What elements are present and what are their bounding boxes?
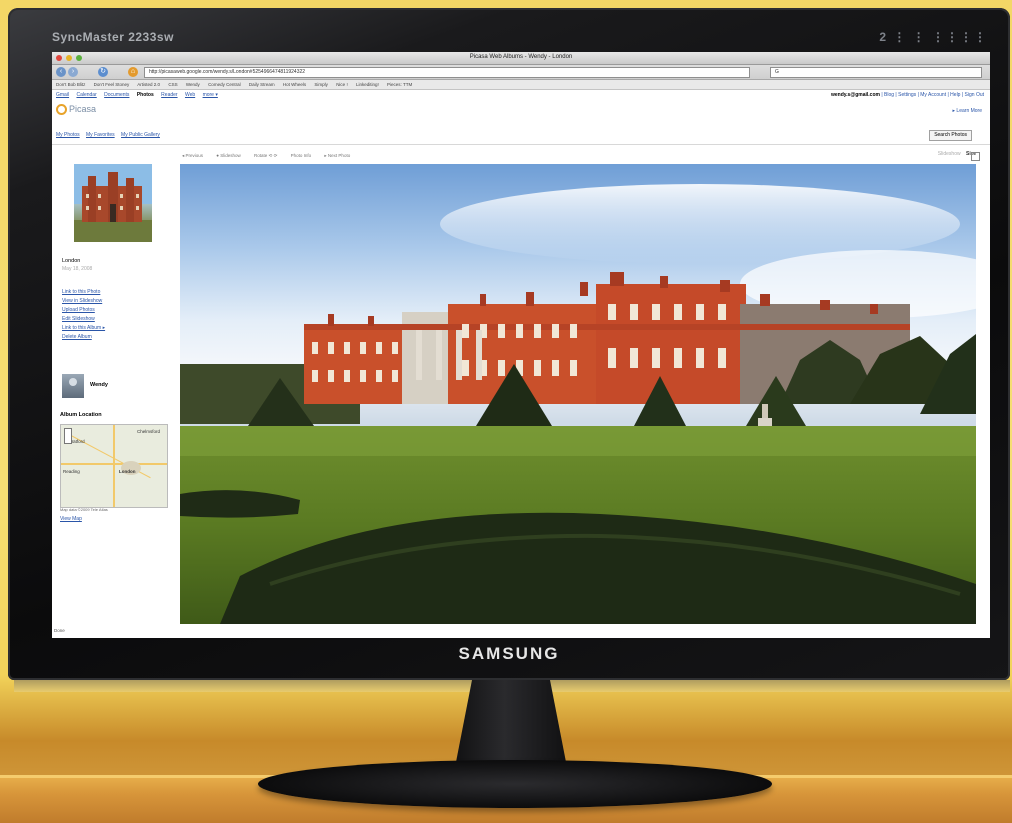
- delete-album-link[interactable]: Delete Album: [62, 333, 105, 342]
- view-slideshow-link[interactable]: View in Slideshow: [62, 297, 105, 306]
- picasa-logo[interactable]: Picasa: [56, 104, 97, 116]
- monitor: SyncMaster 2233sw 2 ⋮ ⋮ ⋮⋮⋮⋮ SAMSUNG Pic…: [8, 8, 1010, 680]
- main-photo[interactable]: [180, 164, 976, 624]
- address-bar[interactable]: http://picasaweb.google.com/wendy.s/Lond…: [144, 67, 750, 78]
- gbar-link-web[interactable]: Web: [185, 92, 195, 98]
- browser-status: Done: [54, 628, 65, 633]
- gbar-link-calendar[interactable]: Calendar: [76, 92, 96, 98]
- account-links: wendy.s@gmail.com | Blog | Settings | My…: [831, 92, 984, 98]
- map-label-london: London: [119, 469, 136, 474]
- bookmark-item[interactable]: Pieces: TTM: [387, 82, 412, 87]
- link-to-album[interactable]: Link to this Album ▸: [62, 324, 105, 333]
- map-road: [113, 425, 115, 507]
- bookmark-item[interactable]: Don't Bob Blitz: [56, 82, 85, 87]
- previous-photo-link[interactable]: ◂ Previous: [182, 153, 203, 158]
- browser-screen: Picasa Web Albums - Wendy - London ‹ › ↻…: [52, 52, 990, 638]
- bookmark-item[interactable]: Wendy: [186, 82, 200, 87]
- avatar: [62, 374, 84, 398]
- rotate-link[interactable]: Rotate ⟲ ⟳: [254, 153, 277, 158]
- monitor-stand-base: [258, 760, 772, 808]
- window-title: Picasa Web Albums - Wendy - London: [469, 54, 573, 60]
- bookmark-item[interactable]: Simply: [314, 82, 328, 87]
- next-photo-link[interactable]: ▸ Next Photo: [324, 153, 350, 158]
- map-label-reading: Reading: [63, 469, 80, 474]
- hampton-court-palace-photo: [180, 184, 976, 624]
- album-cover-thumbnail[interactable]: [74, 164, 152, 242]
- edit-slideshow-link[interactable]: Edit Slideshow: [62, 315, 105, 324]
- home-icon[interactable]: ⌂: [128, 67, 138, 77]
- album-location-heading: Album Location: [60, 412, 102, 418]
- album-location-map[interactable]: Chelmsford London Reading Watford: [60, 424, 168, 508]
- map-label-chelmsford: Chelmsford: [137, 429, 161, 434]
- album-cover-image: [74, 164, 152, 242]
- bookmark-item[interactable]: Daily Stream: [249, 82, 275, 87]
- monitor-brand-logo: SAMSUNG: [458, 644, 560, 663]
- bookmark-item[interactable]: Hot Wheels: [283, 82, 306, 87]
- gbar-link-more[interactable]: more ▾: [203, 92, 218, 98]
- forward-button[interactable]: ›: [68, 67, 78, 77]
- google-nav-bar: Gmail Calendar Documents Photos Reader W…: [56, 92, 224, 98]
- learn-more-link[interactable]: ▸ Learn More: [953, 108, 982, 114]
- view-map-link[interactable]: View Map: [60, 516, 82, 522]
- size-value[interactable]: Slideshow: [938, 151, 961, 157]
- back-button[interactable]: ‹: [56, 67, 66, 77]
- owner-name: Wendy: [90, 382, 108, 388]
- fullscreen-icon[interactable]: [971, 152, 980, 161]
- link-to-photo[interactable]: Link to this Photo: [62, 288, 105, 297]
- bookmark-item[interactable]: Artisted 2.0: [137, 82, 160, 87]
- account-menu-links[interactable]: | Blog | Settings | My Account | Help | …: [881, 92, 984, 98]
- picasa-logo-icon: [56, 104, 67, 116]
- gbar-link-gmail[interactable]: Gmail: [56, 92, 69, 98]
- slideshow-link[interactable]: ● Slideshow: [216, 153, 240, 158]
- monitor-model-badge: 2 ⋮ ⋮ ⋮⋮⋮⋮: [879, 30, 988, 44]
- my-photos-link[interactable]: My Photos: [56, 132, 80, 138]
- photo-toolbar: ◂ Previous ● Slideshow Rotate ⟲ ⟳ Photo …: [182, 153, 362, 159]
- search-photos-button[interactable]: Search Photos: [929, 130, 972, 141]
- browser-toolbar: ‹ › ↻ ⌂ http://picasaweb.google.com/wend…: [52, 65, 990, 80]
- bookmark-item[interactable]: Linkediting!: [356, 82, 379, 87]
- account-email: wendy.s@gmail.com: [830, 92, 880, 98]
- album-action-links: Link to this Photo View in Slideshow Upl…: [62, 288, 105, 342]
- gbar-link-documents[interactable]: Documents: [104, 92, 129, 98]
- header-divider: [52, 144, 990, 145]
- picasa-logo-text: Picasa: [69, 104, 97, 114]
- gbar-link-photos[interactable]: Photos: [137, 92, 154, 98]
- reload-button[interactable]: ↻: [98, 67, 108, 77]
- bookmark-item[interactable]: Don't Feel Stoney: [94, 82, 130, 87]
- search-input[interactable]: G: [770, 67, 982, 78]
- bookmark-item[interactable]: Nice !: [336, 82, 348, 87]
- map-copyright: Map data ©2009 Tele Atlas: [60, 507, 108, 512]
- upload-photos-link[interactable]: Upload Photos: [62, 306, 105, 315]
- my-public-gallery-link[interactable]: My Public Gallery: [121, 132, 160, 138]
- album-date: May 18, 2008: [62, 266, 93, 272]
- bookmark-item[interactable]: CSS: [168, 82, 177, 87]
- gbar-link-reader[interactable]: Reader: [161, 92, 177, 98]
- picasa-nav-links: My Photos My Favorites My Public Gallery: [56, 132, 165, 138]
- my-favorites-link[interactable]: My Favorites: [86, 132, 115, 138]
- monitor-model-label: SyncMaster 2233sw: [52, 30, 174, 44]
- photo-info-link[interactable]: Photo Info: [291, 153, 312, 158]
- size-control: Slideshow Size: [934, 151, 976, 157]
- bookmark-item[interactable]: Comedy Central: [208, 82, 241, 87]
- album-owner[interactable]: Wendy: [62, 374, 174, 400]
- map-zoom-control[interactable]: [64, 428, 72, 444]
- album-title: London: [62, 258, 81, 264]
- window-titlebar: Picasa Web Albums - Wendy - London: [52, 52, 990, 65]
- bookmarks-bar: Don't Bob Blitz Don't Feel Stoney Artist…: [52, 80, 990, 90]
